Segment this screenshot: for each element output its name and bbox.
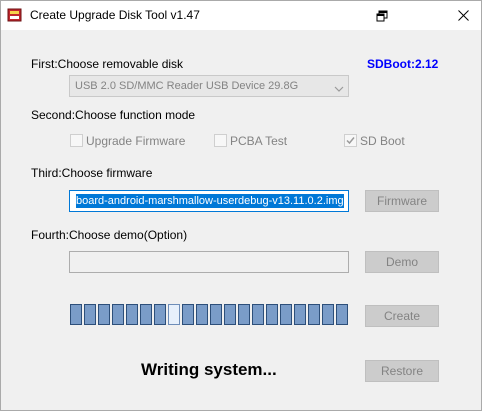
sdboot-version: SDBoot:2.12 (367, 57, 439, 71)
progress-segment (308, 304, 320, 325)
progress-segment (336, 304, 348, 325)
progress-segment (196, 304, 208, 325)
progress-segment (182, 304, 194, 325)
progress-segment (112, 304, 124, 325)
firmware-path-value: board-android-marshmallow-userdebug-v13.… (76, 194, 344, 208)
step2-label: Second:Choose function mode (31, 108, 196, 122)
title-bar[interactable]: Create Upgrade Disk Tool v1.47 (1, 1, 481, 30)
progress-segment (168, 304, 180, 325)
progress-segment (252, 304, 264, 325)
pcba-test-checkbox[interactable] (214, 134, 227, 147)
progress-segment (140, 304, 152, 325)
progress-segment (224, 304, 236, 325)
progress-segment (322, 304, 334, 325)
progress-segment (84, 304, 96, 325)
upgrade-firmware-label: Upgrade Firmware (86, 134, 186, 148)
chevron-down-icon (334, 82, 344, 96)
demo-path-input[interactable] (69, 251, 349, 273)
progress-segment (70, 304, 82, 325)
sd-boot-label: SD Boot (360, 134, 405, 148)
checkmark-icon (346, 137, 355, 145)
window-title: Create Upgrade Disk Tool v1.47 (30, 8, 200, 22)
restore-icon[interactable] (367, 1, 397, 30)
progress-bar (69, 303, 349, 326)
progress-segment (98, 304, 110, 325)
firmware-path-input[interactable]: board-android-marshmallow-userdebug-v13.… (69, 190, 349, 212)
step3-label: Third:Choose firmware (31, 166, 153, 180)
progress-segment (154, 304, 166, 325)
progress-segment (280, 304, 292, 325)
disk-select[interactable]: USB 2.0 SD/MMC Reader USB Device 29.8G (69, 75, 349, 97)
firmware-button[interactable]: Firmware (365, 190, 439, 212)
status-text: Writing system... (141, 360, 277, 379)
progress-segment (126, 304, 138, 325)
close-icon[interactable] (445, 1, 481, 30)
disk-select-value: USB 2.0 SD/MMC Reader USB Device 29.8G (75, 80, 299, 92)
create-button[interactable]: Create (365, 305, 439, 327)
progress-segment (210, 304, 222, 325)
demo-button[interactable]: Demo (365, 251, 439, 273)
pcba-test-label: PCBA Test (230, 134, 288, 148)
restore-button[interactable]: Restore (365, 360, 439, 382)
step1-label: First:Choose removable disk (31, 57, 184, 71)
app-window: Create Upgrade Disk Tool v1.47 First:Cho… (0, 0, 482, 411)
progress-segment (266, 304, 278, 325)
progress-segment (238, 304, 250, 325)
app-icon (7, 7, 23, 23)
progress-segment (294, 304, 306, 325)
sd-boot-checkbox[interactable] (344, 134, 357, 147)
step4-label: Fourth:Choose demo(Option) (31, 228, 188, 242)
upgrade-firmware-checkbox[interactable] (70, 134, 83, 147)
